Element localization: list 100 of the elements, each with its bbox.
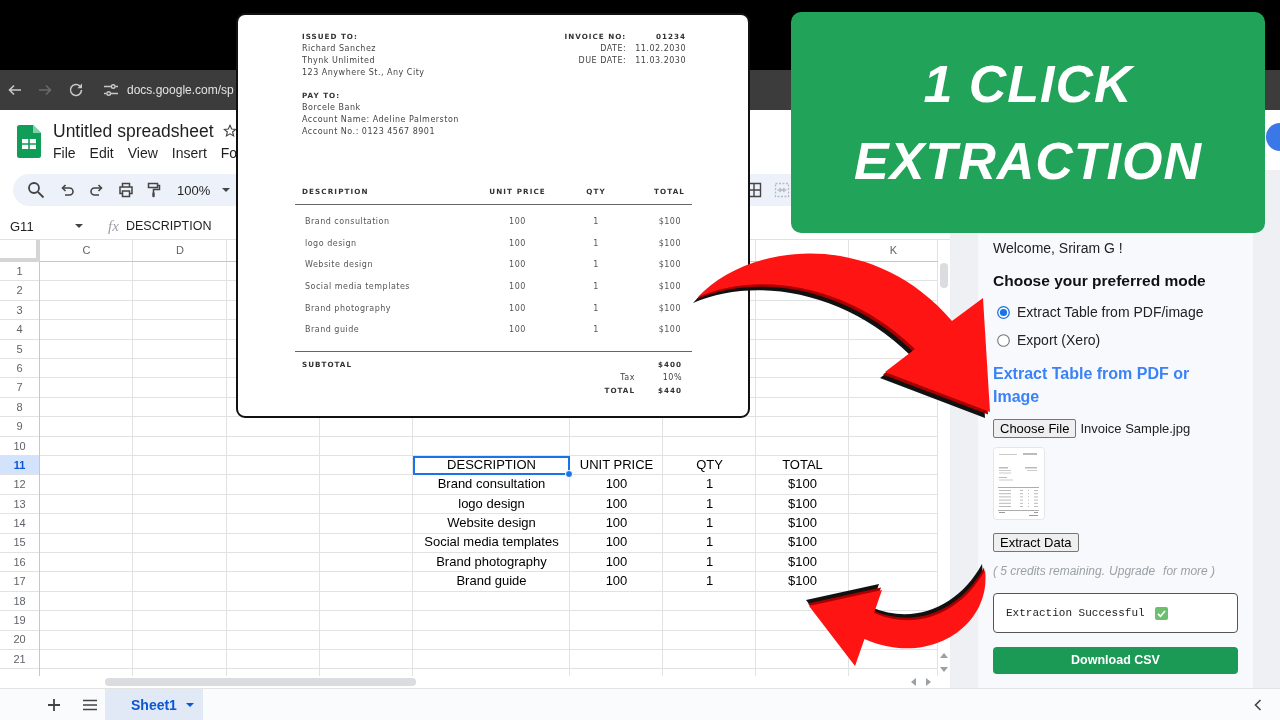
name-box[interactable]: G11 [10,218,60,234]
row-header[interactable]: 18 [0,591,39,612]
table-cell-text: 100 [604,572,629,591]
row-header[interactable]: 2 [0,281,39,301]
reload-icon[interactable] [68,82,84,98]
table-cell-text: 1 [704,514,715,533]
item-description: Brand consultation [304,216,391,229]
scroll-left-icon[interactable] [911,678,916,686]
table-cell-text: Website design [446,514,537,533]
row-header[interactable]: 8 [0,397,39,418]
formula-text[interactable]: DESCRIPTION [126,219,212,233]
extract-data-button[interactable]: Extract Data [993,533,1079,552]
table-cell-text: $100 [787,533,818,552]
address-line: Account Name: Adeline Palmerston [302,114,459,126]
chevron-left-icon[interactable] [1254,698,1262,711]
table-cell-text: 100 [604,475,629,494]
address-line: Thynk Unlimited [302,55,376,67]
table-cell-text: 1 [704,533,715,552]
row-header[interactable]: 11 [0,455,39,475]
row-header[interactable]: 1 [0,262,39,282]
redo-icon[interactable] [89,182,105,198]
section-title: Extract Table from PDF or Image [993,364,1191,407]
table-cell-text: 1 [704,572,715,591]
avatar-icon[interactable] [1266,123,1280,151]
invoice-field-label: DATE: [599,43,627,55]
check-icon [1154,606,1168,620]
menu-item[interactable]: Fo [220,143,238,163]
row-header[interactable]: 4 [0,320,39,340]
document-title[interactable]: Untitled spreadsheet [53,120,214,142]
download-csv-button[interactable]: Download CSV [993,647,1238,674]
row-header[interactable]: 17 [0,572,39,592]
search-icon[interactable] [27,181,45,199]
scroll-up-icon[interactable] [940,653,948,658]
print-icon[interactable] [118,182,134,198]
item-quantity: 1 [592,259,600,272]
row-header[interactable]: 19 [0,611,39,631]
invoice-field-value: 11.02.2030 [635,43,686,55]
radio-label[interactable]: Extract Table from PDF/image [1017,302,1204,322]
item-price: 100 [508,259,527,272]
row-header[interactable]: 12 [0,475,39,495]
mode-heading: Choose your preferred mode [993,271,1206,291]
table-cell-text: $100 [787,552,818,571]
radio-button[interactable] [997,333,1010,347]
status-text: Extraction Successful [1006,607,1145,619]
choose-file-button[interactable]: Choose File [993,418,1077,438]
row-header[interactable]: 10 [0,436,39,456]
zoom-select[interactable]: 100% [177,182,211,198]
row-header[interactable]: 13 [0,494,39,515]
row-header[interactable]: 16 [0,552,39,573]
scroll-right-icon[interactable] [926,678,931,686]
column-header[interactable]: D [133,240,227,262]
back-icon[interactable] [7,82,23,98]
row-header[interactable]: 7 [0,378,39,398]
radio-label[interactable]: Export (Xero) [1017,330,1101,350]
column-header[interactable]: K [849,240,938,262]
invoice-field-value: 11.03.2030 [635,55,686,67]
url-text[interactable]: docs.google.com/sp [127,83,234,97]
sheets-logo-icon[interactable] [17,125,41,158]
row-header[interactable]: 21 [0,649,39,670]
scrollbar-thumb[interactable] [105,678,416,686]
item-total: $100 [657,237,682,250]
row-header[interactable]: 15 [0,533,39,553]
caret-icon[interactable] [75,224,83,228]
site-settings-icon[interactable] [103,82,119,98]
all-sheets-icon[interactable] [82,698,98,711]
item-total: $100 [657,281,682,294]
undo-icon[interactable] [59,182,75,198]
star-icon[interactable] [222,124,237,138]
fill-handle-icon[interactable] [565,470,573,478]
table-cell-text: 1 [704,475,715,494]
banner-headline: 1 CLICK EXTRACTION [853,53,1203,192]
table-cell-text: 100 [604,494,629,513]
item-description: Brand photography [304,302,393,315]
row-header[interactable]: 9 [0,417,39,437]
paint-format-icon[interactable] [146,182,162,198]
menu-item[interactable]: View [127,143,158,163]
menu-item[interactable]: File [53,143,76,163]
item-quantity: 1 [592,237,600,250]
menu-item[interactable]: Edit [89,143,114,163]
item-quantity: 1 [592,281,600,294]
item-total: $100 [657,216,682,229]
column-header[interactable]: C [40,240,133,262]
invoice-field-label: DUE DATE: [577,55,627,67]
row-header[interactable]: 3 [0,300,39,321]
menu-item[interactable]: Insert [171,143,207,163]
row-header[interactable]: 6 [0,358,39,379]
table-cell-text: QTY [695,455,724,474]
sheet-tab[interactable]: Sheet1 [105,689,203,720]
caret-icon[interactable] [222,188,231,192]
row-header[interactable]: 5 [0,339,39,359]
radio-button[interactable] [997,305,1010,319]
address-line: Richard Sanchez [302,43,378,55]
table-cell-text: 100 [604,514,629,533]
caret-icon[interactable] [185,702,194,707]
scrollbar-thumb[interactable] [940,263,948,288]
add-sheet-icon[interactable] [47,697,61,712]
row-header[interactable]: 14 [0,514,39,534]
table-cell-text: $100 [787,494,818,513]
address-line: 123 Anywhere St., Any City [302,67,426,79]
row-header[interactable]: 20 [0,630,39,650]
